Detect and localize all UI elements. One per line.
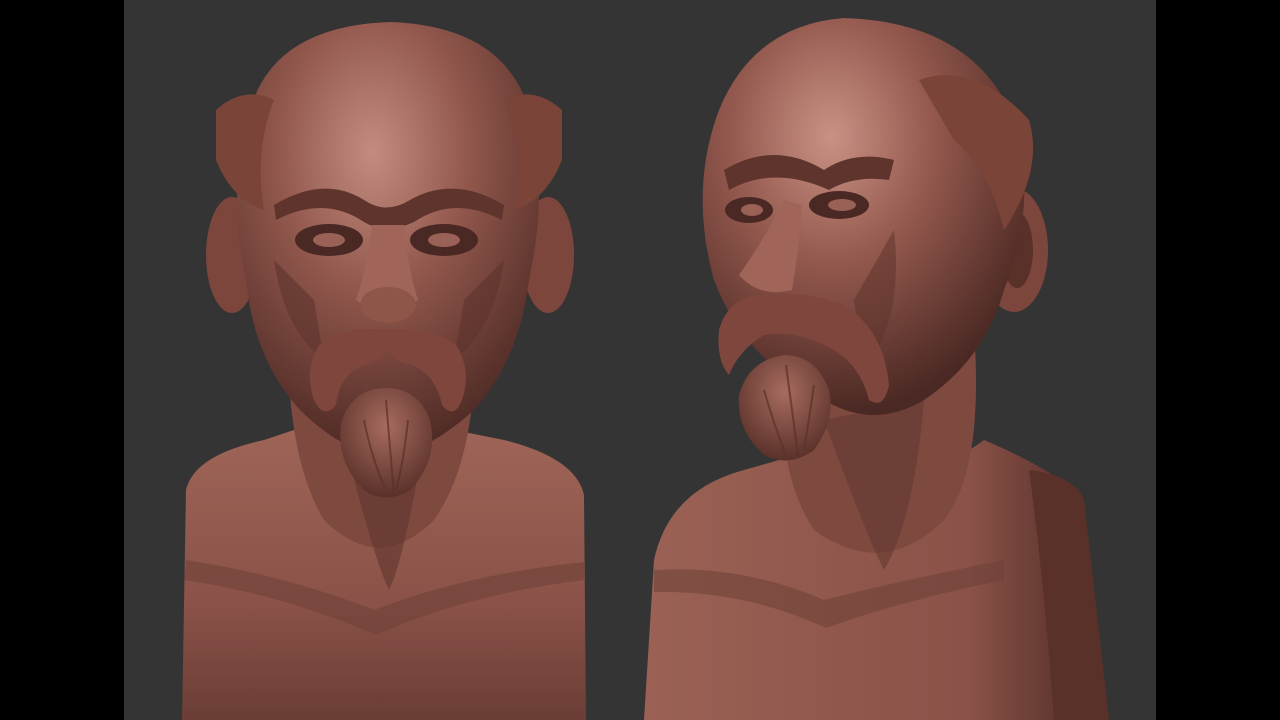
render-viewport <box>124 0 1156 720</box>
video-frame <box>0 0 1280 720</box>
letterbox-left <box>0 0 124 720</box>
sculpt-render <box>182 18 1109 720</box>
front-view-bust <box>182 22 586 720</box>
letterbox-right <box>1156 0 1280 720</box>
three-quarter-view-bust <box>644 18 1109 720</box>
side-beard <box>738 355 831 461</box>
